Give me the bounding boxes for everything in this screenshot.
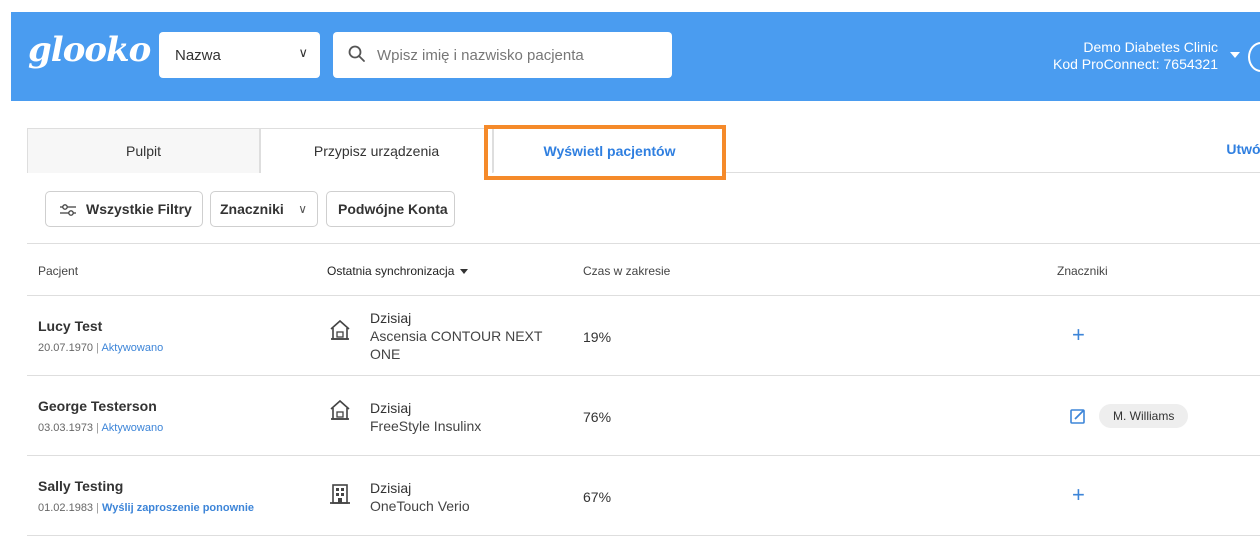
sync-day: Dzisiaj [370, 400, 412, 416]
patient-name[interactable]: Sally Testing [38, 478, 123, 494]
last-sync: Dzisiaj FreeStyle Insulinx [370, 399, 481, 435]
patient-meta: 01.02.1983 | Wyślij zaproszenie ponownie [38, 502, 254, 514]
tags-filter-label: Znaczniki [220, 201, 284, 217]
patient-dob: 01.02.1983 [38, 502, 94, 514]
col-last-sync[interactable]: Ostatnia synchronizacja [327, 264, 469, 278]
chevron-down-icon: ∨ [298, 45, 308, 60]
patient-meta: 20.07.1970 | Aktywowano [38, 342, 163, 354]
table-row[interactable]: George Testerson 03.03.1973 | Aktywowano… [27, 376, 1260, 456]
sync-day: Dzisiaj [370, 480, 412, 496]
edit-tags-icon[interactable] [1070, 408, 1086, 424]
patient-meta: 03.03.1973 | Aktywowano [38, 422, 163, 434]
device-name: FreeStyle Insulinx [370, 418, 482, 434]
clinic-name: Demo Diabetes Clinic [1083, 39, 1218, 55]
create-link[interactable]: Utwór [1226, 141, 1260, 157]
separator: | [96, 342, 99, 354]
table-row[interactable]: Lucy Test 20.07.1970 | Aktywowano Dzisia… [27, 296, 1260, 376]
search-type-select[interactable]: Nazwa ∨ [159, 32, 320, 78]
left-margin [0, 0, 11, 527]
tags-filter-dropdown[interactable]: Znaczniki ∨ [210, 191, 318, 227]
main-panel: Pulpit Przypisz urządzenia Wyświetl pacj… [11, 101, 1260, 536]
sync-day: Dzisiaj [370, 310, 412, 326]
search-type-value: Nazwa [175, 47, 221, 64]
patient-status[interactable]: Aktywowano [101, 342, 163, 354]
search-icon [348, 45, 365, 62]
user-menu-icon[interactable] [1248, 42, 1260, 72]
col-time-in-range[interactable]: Czas w zakresie [583, 264, 670, 278]
patient-search-input[interactable]: Wpisz imię i nazwisko pacjenta [333, 32, 672, 78]
glooko-logo[interactable]: glooko [28, 30, 151, 70]
tab-dashboard[interactable]: Pulpit [27, 128, 260, 173]
patient-dob: 20.07.1970 [38, 342, 94, 354]
all-filters-button[interactable]: Wszystkie Filtry [45, 191, 203, 227]
col-last-sync-label: Ostatnia synchronizacja [327, 264, 455, 278]
time-in-range: 19% [583, 329, 612, 345]
last-sync: Dzisiaj Ascensia CONTOUR NEXT ONE [370, 309, 542, 363]
table-header: Pacjent Ostatnia synchronizacja Czas w z… [27, 243, 1260, 296]
time-in-range: 76% [583, 409, 612, 425]
chevron-down-icon: ∨ [298, 202, 307, 216]
col-patient[interactable]: Pacjent [38, 264, 78, 278]
tab-highlight-box [484, 125, 726, 180]
clinic-dropdown-caret-icon[interactable] [1230, 52, 1240, 58]
tag-badge[interactable]: M. Williams [1099, 404, 1189, 428]
table-row[interactable]: Sally Testing 01.02.1983 | Wyślij zapros… [27, 456, 1260, 536]
clinic-info[interactable]: Demo Diabetes Clinic Kod ProConnect: 765… [1053, 39, 1218, 73]
tab-assign-devices[interactable]: Przypisz urządzenia [260, 128, 493, 173]
device-name-cont: ONE [370, 346, 401, 362]
add-tag-plus-icon[interactable]: + [1072, 324, 1085, 346]
time-in-range: 67% [583, 489, 612, 505]
all-filters-label: Wszystkie Filtry [86, 201, 192, 217]
top-margin [0, 0, 1260, 12]
clinic-building-icon [330, 484, 350, 504]
search-placeholder: Wpisz imię i nazwisko pacjenta [377, 47, 584, 64]
device-name: Ascensia CONTOUR NEXT [370, 328, 543, 344]
home-icon [330, 319, 350, 340]
patient-name[interactable]: Lucy Test [38, 318, 102, 334]
dual-accounts-button[interactable]: Podwójne Konta [326, 191, 455, 227]
top-header: glooko Nazwa ∨ Wpisz imię i nazwisko pac… [11, 12, 1260, 101]
patient-dob: 03.03.1973 [38, 422, 94, 434]
col-tags[interactable]: Znaczniki [1057, 264, 1108, 278]
filter-sliders-icon [60, 204, 76, 216]
patient-name[interactable]: George Testerson [38, 398, 157, 414]
proconnect-code: Kod ProConnect: 7654321 [1052, 56, 1218, 72]
resend-invite-link[interactable]: Wyślij zaproszenie ponownie [102, 502, 254, 514]
separator: | [96, 502, 99, 514]
add-tag-plus-icon[interactable]: + [1072, 484, 1085, 506]
separator: | [96, 422, 99, 434]
home-icon [330, 399, 350, 420]
app-frame: glooko Nazwa ∨ Wpisz imię i nazwisko pac… [0, 0, 1260, 536]
sort-caret-icon [460, 269, 469, 275]
device-name: OneTouch Verio [370, 498, 470, 514]
last-sync: Dzisiaj OneTouch Verio [370, 479, 470, 515]
patient-status[interactable]: Aktywowano [101, 422, 163, 434]
